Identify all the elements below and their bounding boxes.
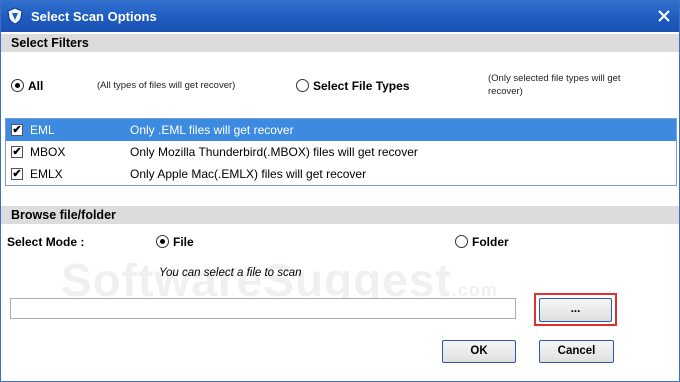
- browse-file-folder-header: Browse file/folder: [1, 206, 679, 224]
- file-type-row-mbox[interactable]: ✔ MBOX Only Mozilla Thunderbird(.MBOX) f…: [6, 141, 676, 163]
- close-icon[interactable]: [657, 9, 671, 23]
- file-label[interactable]: File: [173, 235, 194, 249]
- emlx-ext: EMLX: [30, 167, 63, 181]
- all-label[interactable]: All: [28, 79, 43, 93]
- eml-checkbox[interactable]: ✔: [11, 124, 23, 136]
- file-types-list: ✔ EML Only .EML files will get recover ✔…: [5, 118, 677, 186]
- window-title: Select Scan Options: [31, 9, 157, 24]
- mbox-ext: MBOX: [30, 145, 66, 159]
- mbox-checkbox[interactable]: ✔: [11, 146, 23, 158]
- file-type-row-eml[interactable]: ✔ EML Only .EML files will get recover: [6, 119, 676, 141]
- scan-options-dialog: Select Scan Options Select Filters All (…: [0, 0, 680, 382]
- eml-ext: EML: [30, 123, 55, 137]
- ok-button[interactable]: OK: [442, 340, 516, 363]
- select-file-types-note-line1: (Only selected file types will get: [488, 73, 621, 84]
- mbox-description: Only Mozilla Thunderbird(.MBOX) files wi…: [130, 145, 418, 159]
- emlx-checkbox[interactable]: ✔: [11, 168, 23, 180]
- all-note: (All types of files will get recover): [97, 80, 236, 91]
- title-bar: Select Scan Options: [1, 1, 679, 32]
- select-file-types-radio[interactable]: [296, 79, 309, 92]
- file-path-input[interactable]: [10, 298, 516, 319]
- select-file-types-note-line2: recover): [488, 86, 523, 97]
- eml-description: Only .EML files will get recover: [130, 123, 294, 137]
- folder-radio[interactable]: [455, 235, 468, 248]
- app-shield-icon: [7, 7, 23, 25]
- select-mode-label: Select Mode :: [7, 235, 85, 249]
- browse-button[interactable]: ...: [539, 298, 612, 322]
- watermark-suffix: .com: [451, 280, 498, 300]
- file-type-row-emlx[interactable]: ✔ EMLX Only Apple Mac(.EMLX) files will …: [6, 163, 676, 185]
- emlx-description: Only Apple Mac(.EMLX) files will get rec…: [130, 167, 367, 181]
- file-radio[interactable]: [156, 235, 169, 248]
- all-radio[interactable]: [11, 79, 24, 92]
- select-filters-header: Select Filters: [1, 34, 679, 52]
- cancel-button[interactable]: Cancel: [539, 340, 614, 363]
- select-file-hint: You can select a file to scan: [159, 267, 302, 279]
- folder-label[interactable]: Folder: [472, 235, 509, 249]
- select-file-types-label[interactable]: Select File Types: [313, 79, 410, 93]
